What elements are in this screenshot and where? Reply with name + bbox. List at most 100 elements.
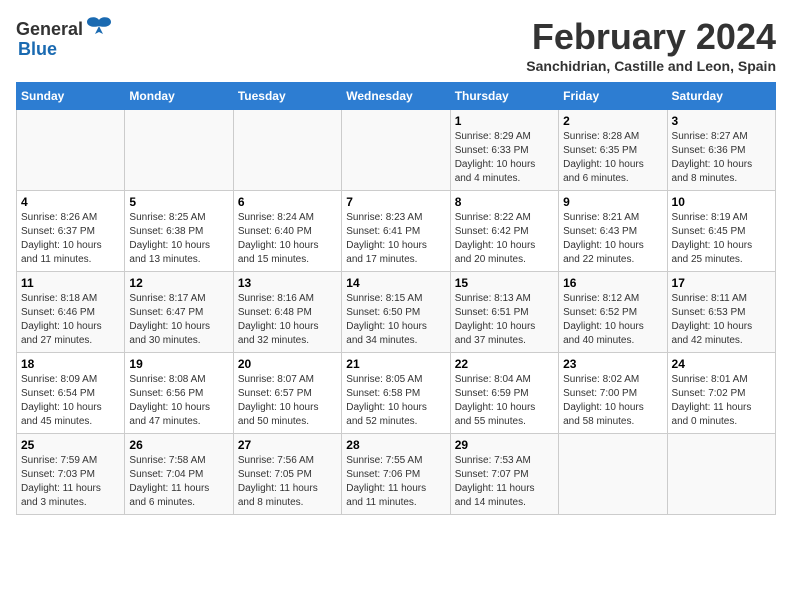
- calendar-week-row: 1 Sunrise: 8:29 AM Sunset: 6:33 PM Daylig…: [17, 110, 776, 191]
- day-number: 1: [455, 114, 554, 128]
- calendar-cell: [342, 110, 450, 191]
- calendar-week-row: 18 Sunrise: 8:09 AM Sunset: 6:54 PM Dayli…: [17, 353, 776, 434]
- day-number: 24: [672, 357, 771, 371]
- month-title: February 2024: [526, 16, 776, 58]
- calendar-cell: 3Sunrise: 8:27 AM Sunset: 6:36 PM Daylig…: [667, 110, 775, 191]
- day-info: Sunrise: 8:07 AM Sunset: 6:57 PM Dayligh…: [238, 373, 337, 429]
- day-number: 20: [238, 357, 337, 371]
- day-info: Sunrise: 8:17 AM Sunset: 6:47 PM Dayligh…: [129, 292, 228, 348]
- logo-blue: Blue: [18, 39, 57, 60]
- day-info: Sunrise: 8:24 AM Sunset: 6:40 PM Dayligh…: [238, 211, 337, 267]
- day-number: 22: [455, 357, 554, 371]
- day-header: Saturday: [667, 83, 775, 110]
- day-info: Sunrise: 8:09 AM Sunset: 6:54 PM Dayligh…: [21, 373, 120, 429]
- calendar-cell: [667, 434, 775, 515]
- day-info: Sunrise: 8:19 AM Sunset: 6:45 PM Dayligh…: [672, 211, 771, 267]
- calendar-cell: 28 Sunrise: 7:55 AM Sunset: 7:06 PM Dayli…: [342, 434, 450, 515]
- calendar-cell: [233, 110, 341, 191]
- calendar-cell: 6 Sunrise: 8:24 AM Sunset: 6:40 PM Daylig…: [233, 191, 341, 272]
- day-info: Sunrise: 8:26 AM Sunset: 6:37 PM Dayligh…: [21, 211, 120, 267]
- calendar-cell: [17, 110, 125, 191]
- calendar-cell: 21 Sunrise: 8:05 AM Sunset: 6:58 PM Dayli…: [342, 353, 450, 434]
- day-number: 16: [563, 276, 662, 290]
- day-info: Sunrise: 7:58 AM Sunset: 7:04 PM Dayligh…: [129, 454, 228, 510]
- day-number: 6: [238, 195, 337, 209]
- day-number: 15: [455, 276, 554, 290]
- day-info: Sunrise: 8:28 AM Sunset: 6:35 PM Dayligh…: [563, 130, 662, 186]
- day-info: Sunrise: 8:11 AM Sunset: 6:53 PM Dayligh…: [672, 292, 771, 348]
- calendar-cell: 9Sunrise: 8:21 AM Sunset: 6:43 PM Daylig…: [559, 191, 667, 272]
- logo: General Blue: [16, 16, 113, 60]
- calendar-cell: 4 Sunrise: 8:26 AM Sunset: 6:37 PM Daylig…: [17, 191, 125, 272]
- calendar-cell: 18 Sunrise: 8:09 AM Sunset: 6:54 PM Dayli…: [17, 353, 125, 434]
- day-info: Sunrise: 8:25 AM Sunset: 6:38 PM Dayligh…: [129, 211, 228, 267]
- calendar-cell: 23Sunrise: 8:02 AM Sunset: 7:00 PM Dayli…: [559, 353, 667, 434]
- day-info: Sunrise: 8:13 AM Sunset: 6:51 PM Dayligh…: [455, 292, 554, 348]
- calendar-cell: 7 Sunrise: 8:23 AM Sunset: 6:41 PM Daylig…: [342, 191, 450, 272]
- calendar-cell: 8Sunrise: 8:22 AM Sunset: 6:42 PM Daylig…: [450, 191, 558, 272]
- calendar-header-row: SundayMondayTuesdayWednesdayThursdayFrid…: [17, 83, 776, 110]
- calendar-cell: 26 Sunrise: 7:58 AM Sunset: 7:04 PM Dayli…: [125, 434, 233, 515]
- day-number: 27: [238, 438, 337, 452]
- day-number: 23: [563, 357, 662, 371]
- day-info: Sunrise: 8:08 AM Sunset: 6:56 PM Dayligh…: [129, 373, 228, 429]
- day-number: 19: [129, 357, 228, 371]
- calendar-cell: [559, 434, 667, 515]
- day-header: Sunday: [17, 83, 125, 110]
- calendar-cell: 12 Sunrise: 8:17 AM Sunset: 6:47 PM Dayli…: [125, 272, 233, 353]
- calendar-cell: 29 Sunrise: 7:53 AM Sunset: 7:07 PM Dayli…: [450, 434, 558, 515]
- day-info: Sunrise: 7:55 AM Sunset: 7:06 PM Dayligh…: [346, 454, 445, 510]
- day-number: 13: [238, 276, 337, 290]
- day-number: 21: [346, 357, 445, 371]
- calendar-table: SundayMondayTuesdayWednesdayThursdayFrid…: [16, 82, 776, 515]
- calendar-cell: 20 Sunrise: 8:07 AM Sunset: 6:57 PM Dayli…: [233, 353, 341, 434]
- calendar-cell: 16 Sunrise: 8:12 AM Sunset: 6:52 PM Dayli…: [559, 272, 667, 353]
- day-number: 7: [346, 195, 445, 209]
- calendar-week-row: 11Sunrise: 8:18 AM Sunset: 6:46 PM Dayli…: [17, 272, 776, 353]
- calendar-cell: 1 Sunrise: 8:29 AM Sunset: 6:33 PM Daylig…: [450, 110, 558, 191]
- day-info: Sunrise: 8:01 AM Sunset: 7:02 PM Dayligh…: [672, 373, 771, 429]
- logo-bird-icon: [85, 16, 113, 38]
- day-header: Friday: [559, 83, 667, 110]
- day-info: Sunrise: 8:16 AM Sunset: 6:48 PM Dayligh…: [238, 292, 337, 348]
- calendar-cell: 11Sunrise: 8:18 AM Sunset: 6:46 PM Dayli…: [17, 272, 125, 353]
- day-number: 4: [21, 195, 120, 209]
- location-title: Sanchidrian, Castille and Leon, Spain: [526, 58, 776, 74]
- calendar-cell: 14 Sunrise: 8:15 AM Sunset: 6:50 PM Dayli…: [342, 272, 450, 353]
- calendar-cell: 24 Sunrise: 8:01 AM Sunset: 7:02 PM Dayli…: [667, 353, 775, 434]
- day-info: Sunrise: 8:23 AM Sunset: 6:41 PM Dayligh…: [346, 211, 445, 267]
- day-number: 2: [563, 114, 662, 128]
- day-info: Sunrise: 7:59 AM Sunset: 7:03 PM Dayligh…: [21, 454, 120, 510]
- day-info: Sunrise: 7:56 AM Sunset: 7:05 PM Dayligh…: [238, 454, 337, 510]
- day-number: 29: [455, 438, 554, 452]
- calendar-cell: 27 Sunrise: 7:56 AM Sunset: 7:05 PM Dayli…: [233, 434, 341, 515]
- calendar-cell: 2 Sunrise: 8:28 AM Sunset: 6:35 PM Daylig…: [559, 110, 667, 191]
- title-area: February 2024 Sanchidrian, Castille and …: [526, 16, 776, 74]
- day-info: Sunrise: 8:15 AM Sunset: 6:50 PM Dayligh…: [346, 292, 445, 348]
- day-header: Tuesday: [233, 83, 341, 110]
- calendar-week-row: 25Sunrise: 7:59 AM Sunset: 7:03 PM Dayli…: [17, 434, 776, 515]
- day-number: 26: [129, 438, 228, 452]
- calendar-cell: 13 Sunrise: 8:16 AM Sunset: 6:48 PM Dayli…: [233, 272, 341, 353]
- day-number: 28: [346, 438, 445, 452]
- day-number: 5: [129, 195, 228, 209]
- day-header: Wednesday: [342, 83, 450, 110]
- calendar-week-row: 4 Sunrise: 8:26 AM Sunset: 6:37 PM Daylig…: [17, 191, 776, 272]
- day-header: Monday: [125, 83, 233, 110]
- logo-general: General: [16, 19, 83, 40]
- day-number: 3: [672, 114, 771, 128]
- day-number: 14: [346, 276, 445, 290]
- day-number: 8: [455, 195, 554, 209]
- day-info: Sunrise: 8:05 AM Sunset: 6:58 PM Dayligh…: [346, 373, 445, 429]
- calendar-cell: 19 Sunrise: 8:08 AM Sunset: 6:56 PM Dayli…: [125, 353, 233, 434]
- day-number: 18: [21, 357, 120, 371]
- day-info: Sunrise: 7:53 AM Sunset: 7:07 PM Dayligh…: [455, 454, 554, 510]
- calendar-cell: 10Sunrise: 8:19 AM Sunset: 6:45 PM Dayli…: [667, 191, 775, 272]
- calendar-cell: 15 Sunrise: 8:13 AM Sunset: 6:51 PM Dayli…: [450, 272, 558, 353]
- header: General Blue February 2024 Sanchidrian, …: [16, 16, 776, 74]
- day-info: Sunrise: 8:04 AM Sunset: 6:59 PM Dayligh…: [455, 373, 554, 429]
- day-info: Sunrise: 8:29 AM Sunset: 6:33 PM Dayligh…: [455, 130, 554, 186]
- calendar-cell: [125, 110, 233, 191]
- day-info: Sunrise: 8:12 AM Sunset: 6:52 PM Dayligh…: [563, 292, 662, 348]
- day-number: 12: [129, 276, 228, 290]
